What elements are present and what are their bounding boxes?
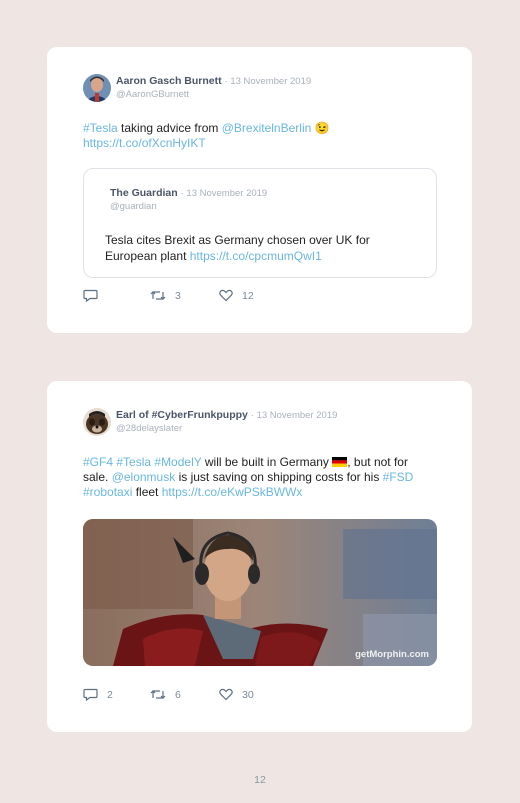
wink-emoji-icon: 😉 [314, 121, 330, 135]
heart-icon [219, 688, 233, 701]
tweet-text-part: taking advice from [117, 121, 222, 135]
author-handle[interactable]: @AaronGBurnett [116, 89, 189, 100]
hashtag-link[interactable]: #FSD [383, 470, 414, 484]
tweet-date[interactable]: · 13 November 2019 [251, 410, 338, 421]
reply-button[interactable]: 2 [83, 688, 113, 701]
tweet-actions: 3 12 [83, 289, 343, 305]
mention-link[interactable]: @elonmusk [112, 470, 176, 484]
retweet-button[interactable]: 3 [150, 289, 181, 302]
quoted-tweet[interactable]: The Guardian · 13 November 2019 @guardia… [83, 168, 437, 278]
reply-button[interactable] [83, 289, 107, 302]
tweet-media-image[interactable]: getMorphin.com [83, 519, 437, 666]
like-button[interactable]: 30 [219, 688, 254, 701]
quoted-date[interactable]: · 13 November 2019 [181, 188, 268, 199]
retweet-count: 6 [175, 688, 181, 701]
url-link[interactable]: https://t.co/ofXcnHyIKT [83, 136, 206, 150]
like-count: 12 [242, 289, 254, 302]
tweet-text-part: will be built in Germany [201, 455, 333, 469]
reply-icon [83, 289, 98, 302]
germany-flag-icon [332, 457, 348, 467]
tweet-date[interactable]: · 13 November 2019 [225, 76, 312, 87]
tweet-actions: 2 6 30 [83, 688, 343, 704]
page-number: 12 [254, 774, 266, 786]
retweet-button[interactable]: 6 [150, 688, 181, 701]
retweet-icon [150, 291, 166, 300]
quoted-author-name[interactable]: The Guardian [110, 187, 178, 199]
like-button[interactable]: 12 [219, 289, 254, 302]
author-name[interactable]: Earl of #CyberFrunkpuppy [116, 409, 248, 421]
tweet-text: #Tesla taking advice from @BrexitelnBerl… [83, 121, 383, 151]
author-handle[interactable]: @28delayslater [116, 423, 182, 434]
tweet-card: Earl of #CyberFrunkpuppy · 13 November 2… [47, 381, 472, 732]
quoted-author-line: The Guardian · 13 November 2019 [110, 187, 267, 199]
quoted-handle[interactable]: @guardian [110, 201, 157, 212]
hashtag-link[interactable]: #robotaxi [83, 485, 132, 499]
url-link[interactable]: https://t.co/eKwPSkBWWx [162, 485, 303, 499]
media-watermark: getMorphin.com [355, 649, 429, 660]
tweet-text-part: fleet [132, 485, 162, 499]
hashtag-link[interactable]: #GF4 [83, 455, 113, 469]
hashtag-link[interactable]: #Tesla [116, 455, 151, 469]
tweet-text: #GF4 #Tesla #ModelY will be built in Ger… [83, 455, 433, 500]
reply-count: 2 [107, 688, 113, 701]
mention-link[interactable]: @BrexitelnBerlin [222, 121, 312, 135]
hashtag-link[interactable]: #Tesla [83, 121, 118, 135]
retweet-icon [150, 690, 166, 699]
heart-icon [219, 289, 233, 302]
avatar[interactable] [83, 74, 111, 102]
author-line: Earl of #CyberFrunkpuppy · 13 November 2… [116, 409, 337, 421]
like-count: 30 [242, 688, 254, 701]
tweet-text-part: is just saving on shipping costs for his [175, 470, 383, 484]
tweet-card: Aaron Gasch Burnett · 13 November 2019 @… [47, 47, 472, 333]
quoted-text: Tesla cites Brexit as Germany chosen ove… [105, 232, 425, 264]
hashtag-link[interactable]: #ModelY [154, 455, 201, 469]
author-line: Aaron Gasch Burnett · 13 November 2019 [116, 75, 311, 87]
reply-icon [83, 688, 98, 701]
author-name[interactable]: Aaron Gasch Burnett [116, 75, 222, 87]
avatar[interactable] [83, 408, 111, 436]
retweet-count: 3 [175, 289, 181, 302]
quoted-url-link[interactable]: https://t.co/cpcmumQwI1 [190, 249, 322, 263]
media-image [83, 519, 437, 666]
